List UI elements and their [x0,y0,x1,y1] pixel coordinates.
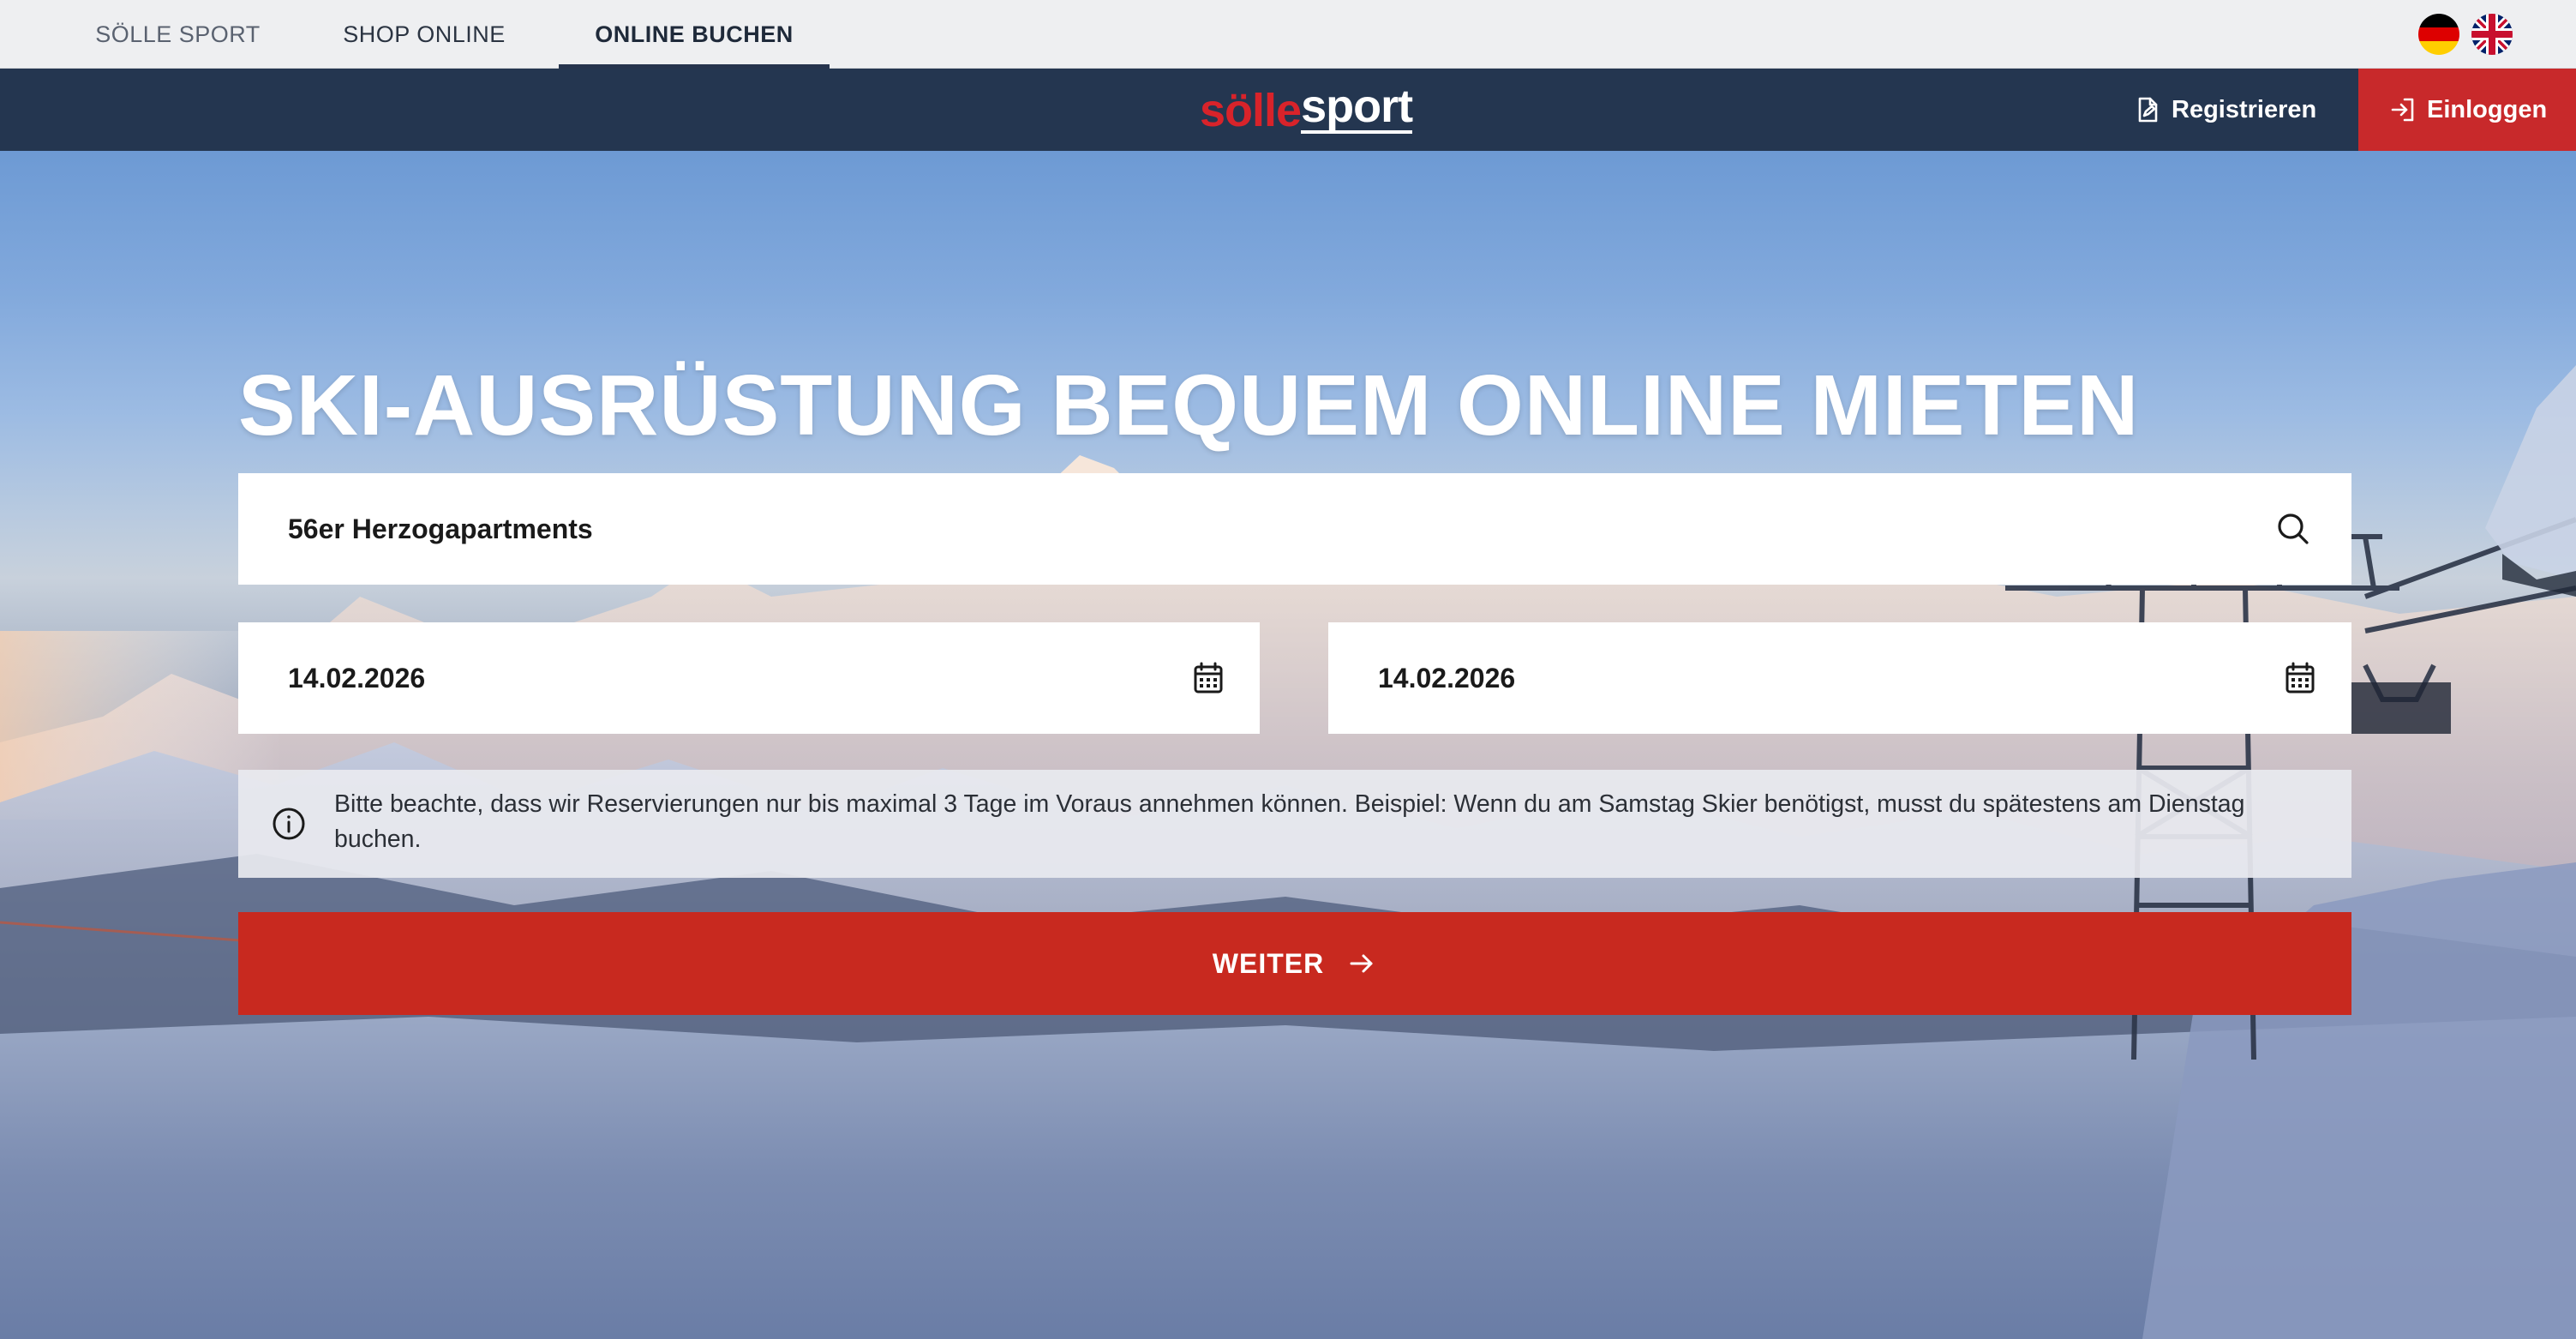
german-flag-icon[interactable] [2418,14,2459,55]
end-date-value: 14.02.2026 [1378,662,1516,694]
notice-text: Bitte beachte, dass wir Reservierungen n… [334,790,2245,853]
hero-section: SKI-AUSRÜSTUNG BEQUEM ONLINE MIETEN [0,151,2576,1339]
register-label: Registrieren [2172,95,2317,123]
register-document-icon [2138,97,2158,123]
logo-part-soelle: sölle [1200,85,1302,136]
uk-flag-icon[interactable] [2471,14,2513,55]
location-search-input[interactable]: 56er Herzogapartments [238,473,2351,585]
tab-soelle-sport[interactable]: SÖLLE SPORT [69,0,287,69]
main-navbar: sölle sport Registrieren Einloggen [0,69,2576,151]
reservation-notice: Bitte beachte, dass wir Reservierungen n… [238,770,2351,878]
login-arrow-icon [2391,98,2414,122]
arrow-right-icon [1350,954,1373,973]
continue-label: WEITER [1212,947,1325,979]
start-date-value: 14.02.2026 [288,662,426,694]
tab-shop-online[interactable]: SHOP ONLINE [309,0,540,69]
calendar-icon[interactable] [1189,659,1227,697]
info-icon [273,808,305,840]
register-button[interactable]: Registrieren [2134,69,2339,151]
login-button[interactable]: Einloggen [2358,69,2576,151]
top-tab-bar: SÖLLE SPORT SHOP ONLINE ONLINE BUCHEN [0,0,2576,69]
hero-title: SKI-AUSRÜSTUNG BEQUEM ONLINE MIETEN [238,357,2140,453]
calendar-icon[interactable] [2281,659,2319,697]
login-label: Einloggen [2427,95,2548,123]
tab-online-buchen[interactable]: ONLINE BUCHEN [559,0,830,69]
search-icon[interactable] [2274,510,2312,548]
soelle-sport-logo[interactable]: sölle sport [1200,81,1413,136]
start-date-input[interactable]: 14.02.2026 [238,622,1260,734]
location-search-value: 56er Herzogapartments [288,513,593,544]
continue-button[interactable]: WEITER [238,912,2351,1015]
logo-part-sport: sport [1301,81,1413,134]
ski-resort-background-image [0,365,2576,1339]
end-date-input[interactable]: 14.02.2026 [1328,622,2351,734]
